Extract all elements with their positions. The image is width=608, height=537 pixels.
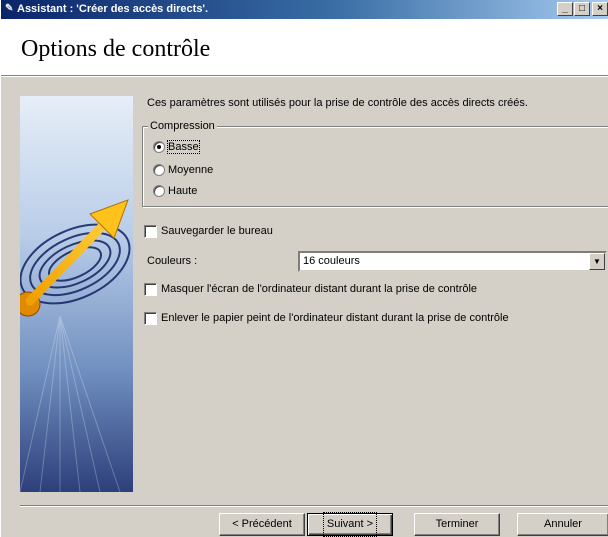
window-title: Assistant : 'Créer des accès directs'.: [17, 3, 209, 15]
cancel-button[interactable]: Annuler: [517, 513, 608, 536]
save-desktop-label: Sauvegarder le bureau: [161, 225, 273, 237]
colors-select-value: 16 couleurs: [303, 255, 360, 267]
finish-button-label: Terminer: [435, 518, 479, 530]
radio-moyenne[interactable]: Moyenne: [153, 163, 213, 177]
radio-unchecked-indicator[interactable]: [153, 185, 165, 197]
header-panel: Options de contrôle: [1, 19, 608, 75]
orbit-arrow-illustration: [20, 199, 131, 492]
radio-unchecked-indicator[interactable]: [153, 164, 165, 176]
colors-label: Couleurs :: [147, 255, 198, 267]
intro-text: Ces paramètres sont utilisés pour la pri…: [147, 97, 528, 109]
next-button[interactable]: Suivant >: [307, 512, 393, 537]
wizard-app-icon: ✎: [5, 3, 14, 14]
radio-checked-indicator[interactable]: [153, 141, 165, 153]
wizard-side-image: [20, 96, 133, 492]
remove-wallpaper-label: Enlever le papier peint de l'ordinateur …: [161, 312, 509, 324]
close-button[interactable]: ×: [592, 2, 608, 16]
checkbox-box[interactable]: [144, 282, 157, 296]
next-button-label: Suivant >: [322, 512, 378, 537]
checkbox-box[interactable]: [144, 311, 157, 325]
radio-basse[interactable]: Basse: [153, 140, 200, 154]
previous-button[interactable]: < Précédent: [219, 513, 305, 536]
finish-button[interactable]: Terminer: [414, 513, 500, 536]
save-desktop-checkbox[interactable]: Sauvegarder le bureau: [144, 224, 273, 238]
cancel-button-label: Annuler: [544, 518, 582, 530]
remove-wallpaper-checkbox[interactable]: Enlever le papier peint de l'ordinateur …: [144, 311, 509, 325]
maximize-button[interactable]: □: [574, 2, 590, 16]
page-title: Options de contrôle: [21, 36, 211, 62]
previous-button-label: < Précédent: [232, 518, 292, 530]
radio-label-moyenne: Moyenne: [168, 164, 214, 176]
radio-haute[interactable]: Haute: [153, 184, 197, 198]
hide-screen-label: Masquer l'écran de l'ordinateur distant …: [161, 283, 478, 295]
radio-label-basse: Basse: [167, 140, 200, 154]
title-bar[interactable]: ✎ Assistant : 'Créer des accès directs'.…: [1, 0, 608, 19]
compression-legend: Compression: [148, 120, 217, 132]
chevron-down-icon[interactable]: ▼: [589, 253, 605, 270]
checkbox-box[interactable]: [144, 224, 157, 238]
radio-label-haute: Haute: [168, 185, 198, 197]
colors-select[interactable]: 16 couleurs ▼: [298, 251, 607, 272]
wizard-window: ✎ Assistant : 'Créer des accès directs'.…: [0, 0, 608, 537]
hide-screen-checkbox[interactable]: Masquer l'écran de l'ordinateur distant …: [144, 282, 477, 296]
minimize-button[interactable]: _: [557, 2, 573, 16]
